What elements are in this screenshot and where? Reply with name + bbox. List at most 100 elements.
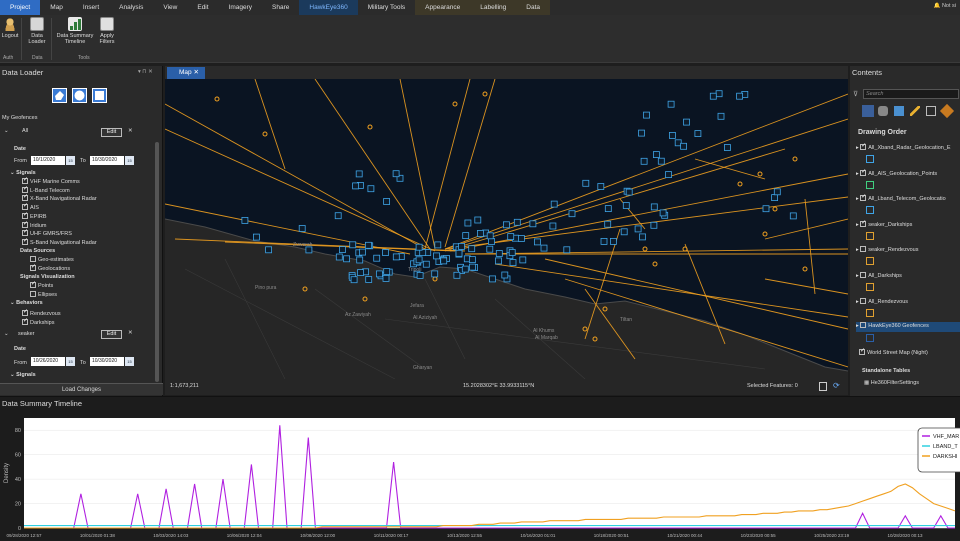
scrollbar[interactable] <box>155 142 159 382</box>
list-by-drawing-order-icon[interactable] <box>862 105 874 117</box>
tab-labelling[interactable]: Labelling <box>470 0 517 15</box>
map-canvas[interactable]: Zuwarah Pino pura Az Zawiyah Tripoli Jefara A… <box>165 79 848 379</box>
checkbox[interactable] <box>30 256 36 262</box>
viz-ellipses[interactable]: Ellipses <box>30 291 57 298</box>
database-icon[interactable] <box>878 106 888 116</box>
filter-icon[interactable]: ⊽ <box>853 90 858 98</box>
timeline-chart[interactable]: 0 20 40 60 80 Density 09/28/2020 12:57 10/01/20… <box>0 410 960 541</box>
grid-icon[interactable] <box>926 106 936 116</box>
to-date-input[interactable]: 10/30/2020 <box>90 357 124 366</box>
tab-map[interactable]: Map <box>40 0 73 15</box>
to-date-input[interactable]: 10/30/2020 <box>90 156 124 165</box>
tab-military-tools[interactable]: Military Tools <box>358 0 415 15</box>
checkbox[interactable] <box>22 308 28 316</box>
checkbox[interactable] <box>22 176 28 184</box>
from-date-input[interactable]: 10/1/2020 <box>31 156 65 165</box>
label-icon[interactable] <box>939 103 955 119</box>
layer-item[interactable]: ▸ seaker_Rendezvous <box>856 246 960 253</box>
layer-icon[interactable] <box>894 106 904 116</box>
layer-item[interactable]: ▸ All_AIS_Geolocation_Points <box>856 168 960 177</box>
signal-item[interactable]: L-Band Telecom <box>22 185 70 194</box>
source-geolocations[interactable]: Geolocations <box>30 263 70 272</box>
behavior-darkships[interactable]: Darkships <box>22 317 54 326</box>
layer-item[interactable]: ▸ All_Xband_Radar_Geolocation_E <box>856 142 960 151</box>
calendar-icon[interactable]: 15 <box>66 156 75 165</box>
pencil-icon[interactable] <box>910 106 920 116</box>
checkbox[interactable] <box>22 211 28 219</box>
visibility-checkbox[interactable] <box>860 142 866 150</box>
tab-share[interactable]: Share <box>262 0 299 15</box>
checkbox[interactable] <box>30 291 36 297</box>
layer-item[interactable]: ▸ All_Darkships <box>856 272 960 279</box>
calendar-icon[interactable]: 15 <box>125 357 134 366</box>
visibility-checkbox[interactable] <box>860 193 866 202</box>
user-status[interactable]: 🔔 Not si <box>934 3 956 9</box>
layer-item[interactable]: World Street Map (Night) <box>856 347 960 356</box>
logout-button[interactable]: Logout <box>0 17 20 39</box>
delete-icon[interactable]: ✕ <box>128 330 133 336</box>
signal-item[interactable]: X-Band Navigational Radar <box>22 193 97 202</box>
visibility-checkbox[interactable] <box>860 322 867 329</box>
signal-item[interactable]: S-Band Navigational Radar <box>22 237 97 246</box>
checkbox[interactable] <box>22 202 28 211</box>
data-loader-button[interactable]: Data Loader <box>24 17 50 45</box>
tab-map-view[interactable]: Map ✕ <box>167 67 205 79</box>
visibility-checkbox[interactable] <box>860 297 867 304</box>
visibility-checkbox[interactable] <box>860 219 866 227</box>
tab-analysis[interactable]: Analysis <box>109 0 153 15</box>
calendar-icon[interactable]: 15 <box>125 156 134 165</box>
checkbox[interactable] <box>22 185 28 193</box>
layer-item[interactable]: ▸ HawkEye360 Geofences <box>856 322 960 333</box>
visibility-checkbox[interactable] <box>860 246 867 253</box>
tab-hawkeye360[interactable]: HawkEye360 <box>299 0 358 15</box>
geofence-toggle[interactable]: ⌄ <box>4 331 9 337</box>
tab-appearance[interactable]: Appearance <box>415 0 471 15</box>
calendar-icon[interactable]: 15 <box>66 357 75 366</box>
checkbox[interactable] <box>30 263 36 271</box>
draw-rectangle-button[interactable] <box>92 88 107 103</box>
checkbox[interactable] <box>30 280 36 288</box>
tab-edit[interactable]: Edit <box>187 0 218 15</box>
layer-item[interactable]: ▸ seaker_Darkships <box>856 219 960 228</box>
layer-item[interactable]: ▸ All_Lband_Telecom_Geolocatio <box>856 193 960 202</box>
edit-geofence-button[interactable]: Edit <box>101 330 122 339</box>
edit-geofence-button[interactable]: Edit <box>101 128 122 137</box>
data-summary-timeline-button[interactable]: Data Summary Timeline <box>53 17 97 45</box>
layer-item[interactable]: ▸ All_Rendezvous <box>856 297 960 305</box>
selected-features[interactable]: Selected Features: 0 <box>747 383 798 389</box>
checkbox[interactable] <box>22 317 28 325</box>
tab-data[interactable]: Data <box>516 0 550 15</box>
scale-readout[interactable]: 1:1,673,211 <box>170 383 199 389</box>
load-changes-button[interactable]: Load Changes <box>0 383 163 395</box>
checkbox[interactable] <box>22 237 28 245</box>
signal-item[interactable]: UHF GMRS/FRS <box>22 228 72 237</box>
viz-points[interactable]: Points <box>30 280 53 289</box>
search-input[interactable]: Search <box>863 89 959 99</box>
signal-marker <box>668 132 676 139</box>
pause-icon[interactable] <box>819 382 827 391</box>
checkbox[interactable] <box>22 228 28 237</box>
tab-project[interactable]: Project <box>0 0 41 15</box>
apply-filters-button[interactable]: Apply Filters <box>97 17 117 45</box>
draw-polygon-button[interactable] <box>52 88 67 103</box>
checkbox[interactable] <box>22 220 28 228</box>
refresh-icon[interactable]: ⟳ <box>833 381 840 390</box>
tab-imagery[interactable]: Imagery <box>219 0 262 15</box>
delete-icon[interactable]: ✕ <box>128 128 133 134</box>
close-icon[interactable]: ✕ <box>193 69 198 76</box>
draw-circle-button[interactable] <box>72 88 87 103</box>
source-geo-estimates[interactable]: Geo-estimates <box>30 256 74 263</box>
geofence-toggle[interactable]: ⌄ <box>4 128 9 134</box>
tab-insert[interactable]: Insert <box>73 0 109 15</box>
visibility-checkbox[interactable] <box>859 347 865 355</box>
visibility-checkbox[interactable] <box>860 272 867 278</box>
visibility-checkbox[interactable] <box>860 168 866 176</box>
behavior-rendezvous[interactable]: Rendezvous <box>22 308 61 317</box>
signal-item[interactable]: VHF Marine Comms <box>22 176 80 185</box>
from-date-input[interactable]: 10/26/2020 <box>31 357 65 366</box>
tab-view[interactable]: View <box>153 0 187 15</box>
checkbox[interactable] <box>22 193 28 202</box>
panel-controls[interactable]: ▾ ⊓ ✕ <box>138 69 153 75</box>
table-item[interactable]: ▦ He360FilterSettings <box>864 380 919 386</box>
map-view[interactable]: Map ✕ Zuwarah Pino pura Az Zawiyah Tripoli J… <box>165 66 848 395</box>
